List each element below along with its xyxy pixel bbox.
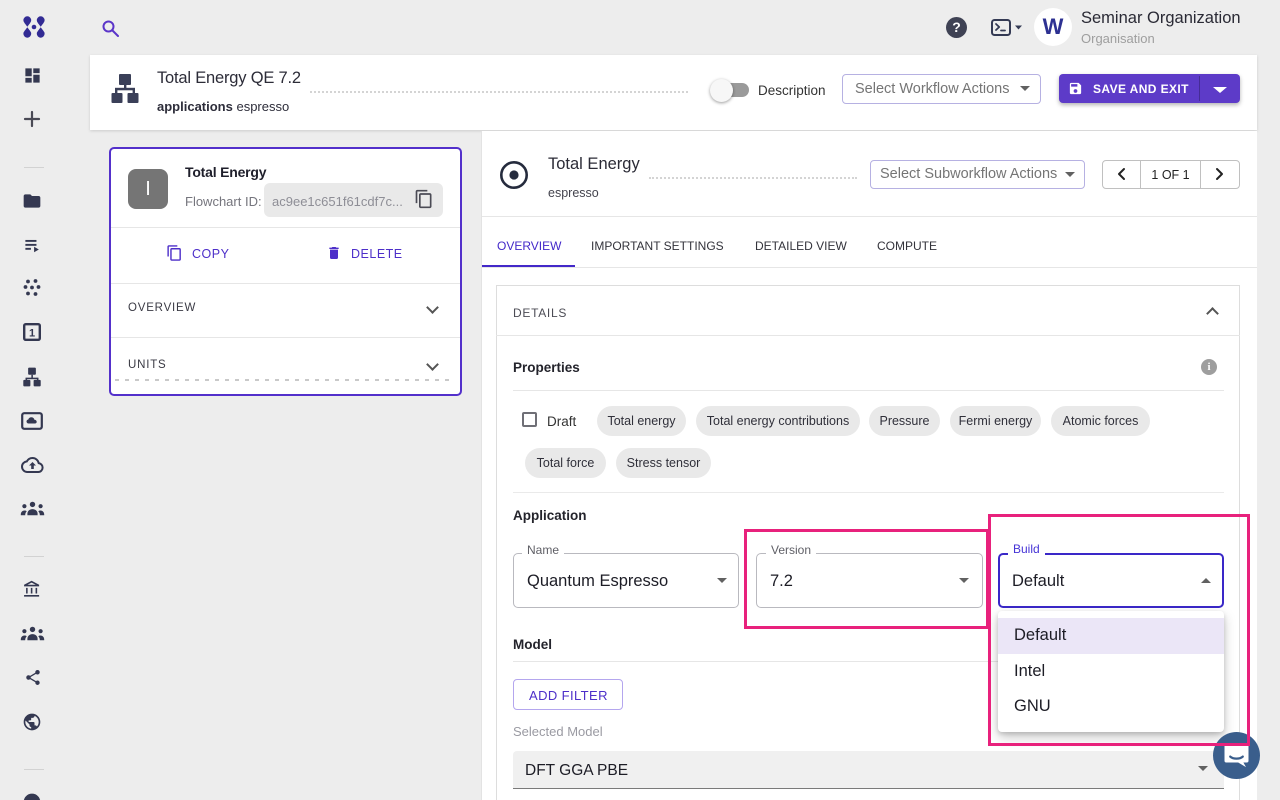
svg-text:1: 1 bbox=[29, 327, 35, 339]
